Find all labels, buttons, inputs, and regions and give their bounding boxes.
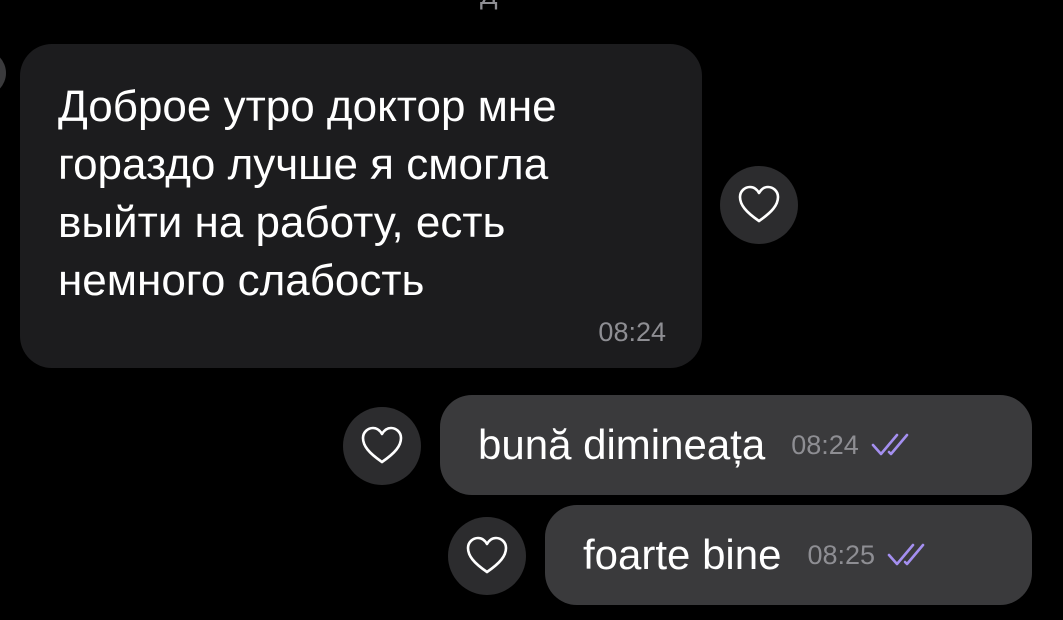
heart-outline-icon xyxy=(466,536,508,574)
message-time: 08:24 xyxy=(791,429,859,460)
message-text: bună dimineața xyxy=(478,421,766,468)
react-button[interactable] xyxy=(343,407,421,485)
chat-thread: Д Доброе утро доктор мне гораздо лучше я… xyxy=(0,0,1063,620)
heart-outline-icon xyxy=(361,426,403,464)
react-button[interactable] xyxy=(448,517,526,595)
message-bubble-outgoing[interactable]: bună dimineața 08:24 xyxy=(440,395,1032,495)
message-text: foarte bine xyxy=(583,531,782,578)
message-bubble-incoming[interactable]: Доброе утро доктор мне гораздо лучше я с… xyxy=(20,44,702,368)
double-check-icon xyxy=(871,433,909,456)
message-meta: 08:24 xyxy=(791,430,919,461)
double-check-icon xyxy=(887,543,925,566)
partial-top-text: Д xyxy=(480,0,498,8)
message-time: 08:25 xyxy=(807,539,876,570)
react-button[interactable] xyxy=(720,166,798,244)
avatar[interactable] xyxy=(0,50,6,96)
message-text: Доброе утро доктор мне гораздо лучше я с… xyxy=(58,82,557,305)
message-meta: 08:25 xyxy=(807,540,935,571)
message-time: 08:24 xyxy=(598,317,666,347)
heart-outline-icon xyxy=(738,185,780,223)
message-bubble-outgoing[interactable]: foarte bine 08:25 xyxy=(545,505,1032,605)
